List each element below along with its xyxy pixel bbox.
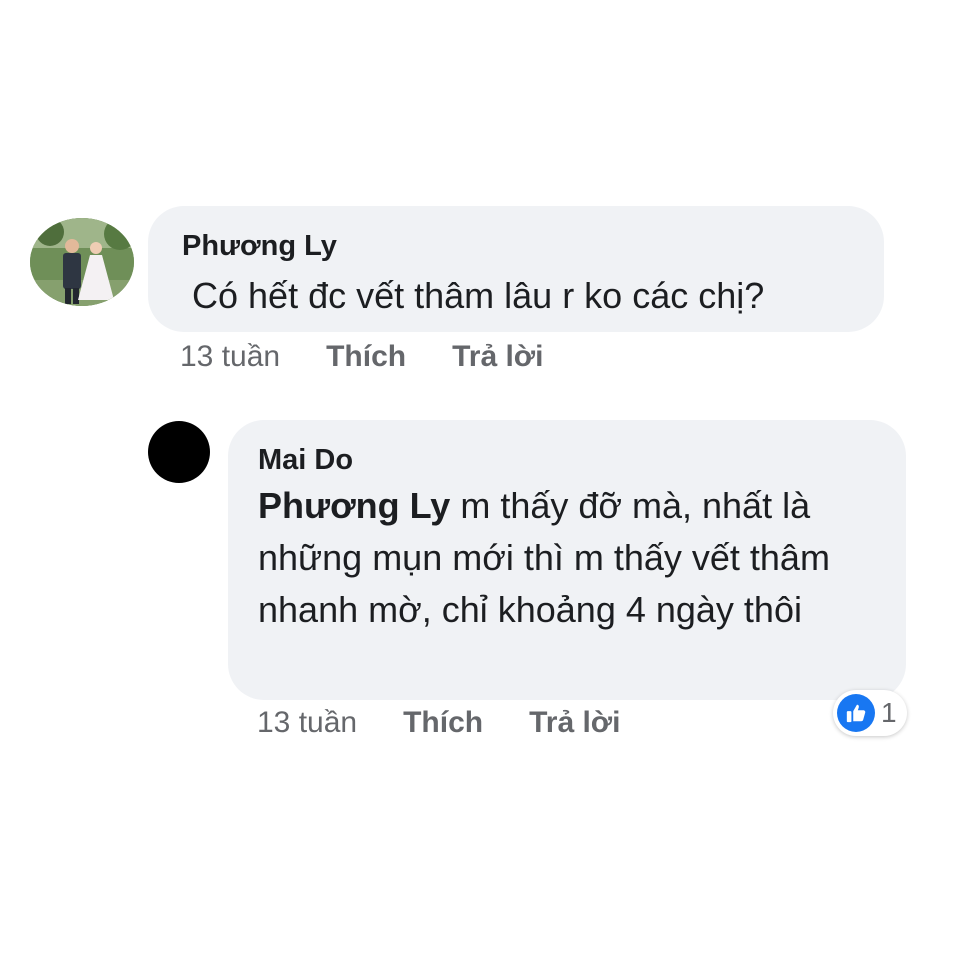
comment-thread: Phương Ly Có hết đc vết thâm lâu r ko cá… bbox=[0, 0, 960, 960]
comment-bubble: Phương Ly Có hết đc vết thâm lâu r ko cá… bbox=[148, 206, 884, 332]
comment-timestamp[interactable]: 13 tuần bbox=[180, 340, 280, 374]
reply-bubble: Mai Do Phương Ly m thấy đỡ mà, nhất là n… bbox=[228, 420, 906, 700]
comment-actions: 13 tuần Thích Trả lời bbox=[180, 340, 543, 374]
avatar[interactable] bbox=[30, 218, 134, 306]
like-button[interactable]: Thích bbox=[326, 340, 406, 374]
reply-author[interactable]: Mai Do bbox=[258, 442, 906, 478]
avatar-photo-image bbox=[30, 218, 134, 306]
reply-actions: 13 tuần Thích Trả lời bbox=[257, 706, 620, 740]
reply-button[interactable]: Trả lời bbox=[452, 340, 543, 374]
mention-link[interactable]: Phương Ly bbox=[258, 485, 450, 526]
reply-text: Phương Ly m thấy đỡ mà, nhất là những mụ… bbox=[258, 480, 906, 636]
reply-timestamp[interactable]: 13 tuần bbox=[257, 706, 357, 740]
comment-author[interactable]: Phương Ly bbox=[182, 228, 884, 264]
reaction-count: 1 bbox=[881, 697, 897, 728]
reply-button[interactable]: Trả lời bbox=[529, 706, 620, 740]
comment-text: Có hết đc vết thâm lâu r ko các chị? bbox=[192, 275, 765, 316]
thumbs-up-icon bbox=[837, 694, 875, 732]
avatar[interactable] bbox=[148, 421, 210, 483]
reaction-summary[interactable]: 1 bbox=[833, 690, 907, 736]
like-button[interactable]: Thích bbox=[403, 706, 483, 740]
